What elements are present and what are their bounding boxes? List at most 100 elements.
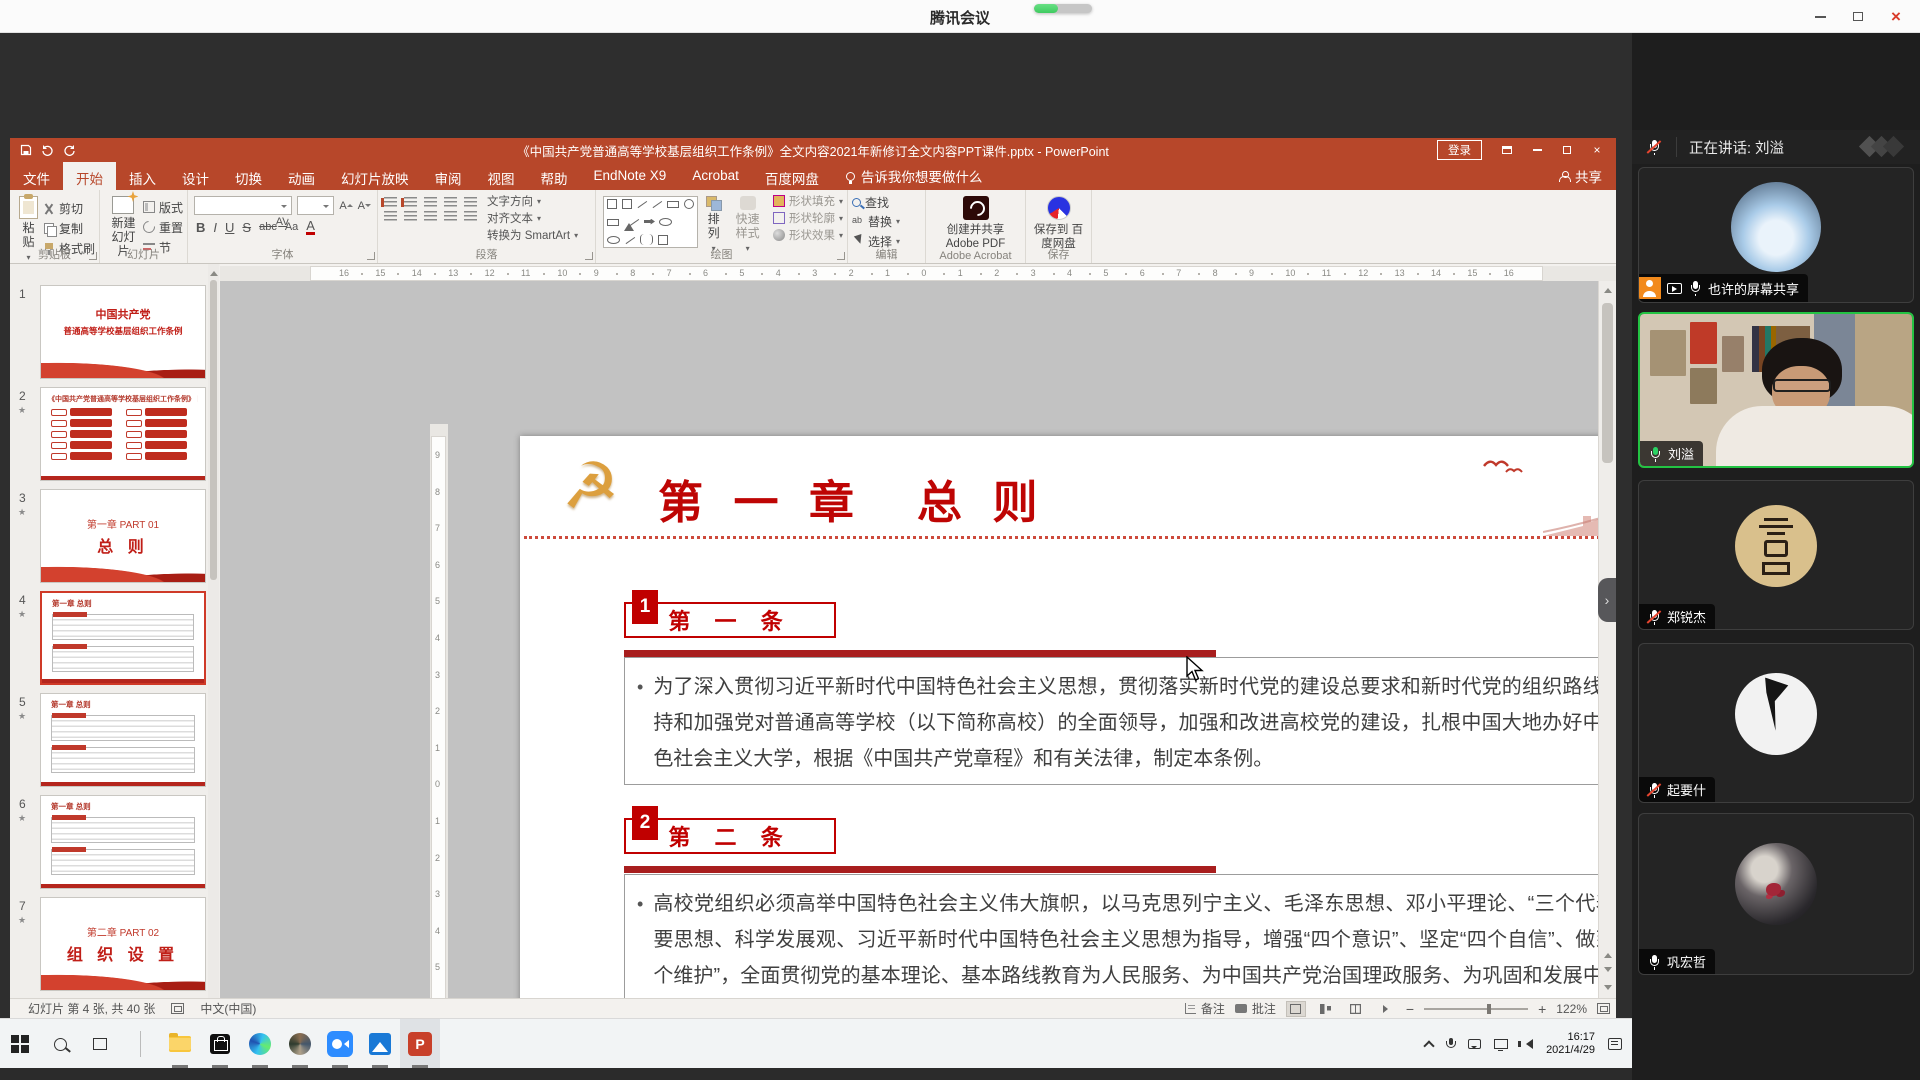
columns-icon[interactable] (464, 211, 477, 222)
ribbon-tab-帮助[interactable]: 帮助 (528, 162, 581, 190)
text-direction-button[interactable]: 文字方向▾ (487, 194, 578, 208)
sidebar-collapse-handle[interactable]: › (1598, 578, 1616, 622)
bullets-icon[interactable] (384, 197, 397, 208)
tell-me-box[interactable]: 告诉我你想要做什么 (832, 162, 997, 190)
slide-thumbnail-2[interactable]: 《中国共产党普通高等学校基层组织工作条例》 目录 (40, 387, 206, 481)
reset-button[interactable]: 重置 (143, 218, 183, 236)
ribbon-tab-EndNote X9[interactable]: EndNote X9 (581, 162, 680, 190)
horizontal-ruler[interactable]: 1615141312111098765432101234567891011121… (220, 266, 1616, 281)
align-text-button[interactable]: 对齐文本▾ (487, 211, 578, 225)
display-settings-icon[interactable] (171, 1003, 184, 1014)
normal-view-button[interactable] (1286, 1001, 1306, 1017)
ribbon-tab-Acrobat[interactable]: Acrobat (679, 162, 752, 190)
scroll-up-icon[interactable] (1599, 281, 1617, 297)
taskbar-edge[interactable] (240, 1019, 280, 1069)
zoom-slider[interactable] (1424, 1008, 1528, 1010)
comments-button[interactable]: 批注 (1235, 1000, 1276, 1017)
decrease-font-icon[interactable]: A (358, 200, 371, 212)
ribbon-tab-设计[interactable]: 设计 (169, 162, 222, 190)
zoom-in-button[interactable]: + (1538, 1001, 1546, 1017)
tray-expand-icon[interactable] (1423, 1040, 1434, 1051)
align-right-icon[interactable] (424, 211, 437, 222)
zoom-out-button[interactable]: − (1406, 1001, 1414, 1017)
taskbar-store[interactable] (200, 1019, 240, 1069)
bold-button[interactable]: B (196, 220, 205, 235)
action-center-icon[interactable] (1608, 1038, 1622, 1050)
ribbon-tab-幻灯片放映[interactable]: 幻灯片放映 (328, 162, 422, 190)
taskbar-clock[interactable]: 16:17 2021/4/29 (1546, 1031, 1595, 1057)
taskbar-explorer[interactable] (160, 1019, 200, 1069)
scrollbar-thumb[interactable] (1602, 303, 1613, 463)
scroll-up-icon[interactable] (210, 267, 218, 276)
close-button[interactable]: × (1876, 0, 1916, 33)
zoom-level[interactable]: 122% (1556, 1002, 1587, 1016)
participant-tile-巩宏哲[interactable]: 巩宏哲 (1638, 813, 1914, 975)
maximize-button[interactable] (1838, 0, 1878, 33)
notes-button[interactable]: 备注 (1185, 1000, 1225, 1017)
redo-icon[interactable] (63, 144, 76, 156)
save-to-baidu-button[interactable]: 保存到 百度网盘 (1030, 194, 1087, 254)
taskbar-meeting[interactable] (320, 1019, 360, 1069)
participant-tile-郑锐杰[interactable]: 郑锐杰 (1638, 480, 1914, 630)
ribbon-tab-插入[interactable]: 插入 (116, 162, 169, 190)
vertical-ruler[interactable]: 9876543210123456789 (430, 424, 448, 998)
find-button[interactable]: 查找 (852, 194, 921, 211)
share-button[interactable]: 共享 (1545, 162, 1616, 190)
dialog-launcher-icon[interactable] (837, 252, 845, 260)
language-indicator[interactable]: 中文(中国) (200, 1000, 256, 1017)
slide-chapter-title[interactable]: 第 一 章 总 则 (658, 466, 1047, 531)
slide-thumbnail-7[interactable]: 第二章 PART 02组 织 设 置 (40, 897, 206, 991)
thumbnail-scrollbar[interactable] (208, 264, 219, 998)
justify-icon[interactable] (444, 211, 457, 222)
smartart-button[interactable]: 转换为 SmartArt▾ (487, 228, 578, 242)
participant-tile-刘溢[interactable]: 刘溢 (1638, 312, 1914, 468)
italic-button[interactable]: I (213, 220, 217, 235)
ribbon-tab-开始[interactable]: 开始 (63, 162, 116, 190)
taskbar-camera[interactable] (280, 1019, 320, 1069)
ppt-restore-button[interactable] (1552, 138, 1582, 162)
font-color-button[interactable]: A (306, 219, 315, 235)
ribbon-tab-视图[interactable]: 视图 (475, 162, 528, 190)
ppt-minimize-button[interactable] (1522, 138, 1552, 162)
fit-to-window-icon[interactable] (1597, 1003, 1610, 1014)
tray-microphone-icon[interactable] (1446, 1038, 1455, 1051)
tray-display-icon[interactable] (1494, 1039, 1508, 1049)
ribbon-tab-文件[interactable]: 文件 (10, 162, 63, 190)
slide-thumbnail-4[interactable]: 第一章 总则 (40, 591, 206, 685)
create-share-adobe-pdf-button[interactable]: 创建并共享 Adobe PDF (930, 194, 1021, 254)
taskbar-start[interactable] (0, 1019, 40, 1069)
shape-fill-button[interactable]: 形状填充▾ (773, 194, 843, 208)
reading-view-button[interactable] (1346, 1001, 1366, 1017)
microphone-muted-icon[interactable] (1647, 139, 1661, 155)
strikethrough-button[interactable]: abc (259, 221, 277, 233)
indent-decrease-icon[interactable] (424, 197, 437, 208)
layout-button[interactable]: 版式 (143, 198, 183, 216)
copy-button[interactable]: 复制 (43, 220, 95, 238)
ribbon-tab-审阅[interactable]: 审阅 (422, 162, 475, 190)
scroll-down-icon[interactable] (1599, 982, 1617, 998)
replace-button[interactable]: 替换▾ (852, 213, 921, 230)
underline-button[interactable]: U (225, 220, 234, 235)
slide-thumbnail-6[interactable]: 第一章 总则 (40, 795, 206, 889)
tray-speaker-icon[interactable] (1521, 1039, 1533, 1049)
dialog-launcher-icon[interactable] (89, 252, 97, 260)
slide-thumbnail-5[interactable]: 第一章 总则 (40, 693, 206, 787)
line-spacing-icon[interactable] (464, 197, 477, 208)
slide-thumbnail-1[interactable]: 中国共产党普通高等学校基层组织工作条例 (40, 285, 206, 379)
taskbar-search[interactable] (40, 1019, 80, 1069)
canvas-scrollbar[interactable] (1598, 281, 1616, 998)
ribbon-tab-动画[interactable]: 动画 (275, 162, 328, 190)
taskbar-powerpoint[interactable]: P (400, 1019, 440, 1069)
participant-tile-起要什[interactable]: 起要什 (1638, 643, 1914, 803)
dialog-launcher-icon[interactable] (367, 252, 375, 260)
font-size-select[interactable] (297, 196, 334, 215)
slide-thumbnail-3[interactable]: 第一章 PART 01总 则 (40, 489, 206, 583)
shape-effects-button[interactable]: 形状效果▾ (773, 228, 843, 242)
save-icon[interactable] (20, 144, 32, 156)
taskbar-task-view[interactable] (80, 1019, 120, 1069)
section-text-box[interactable]: • 高校党组织必须高举中国特色社会主义伟大旗帜，以马克思列宁主义、毛泽东思想、邓… (624, 874, 1598, 998)
ribbon-tab-百度网盘[interactable]: 百度网盘 (752, 162, 832, 190)
slide[interactable]: ☭ 第 一 章 总 则 1 第 一 条 (520, 436, 1598, 998)
tray-chat-icon[interactable] (1468, 1039, 1481, 1049)
slideshow-button[interactable] (1376, 1001, 1396, 1017)
